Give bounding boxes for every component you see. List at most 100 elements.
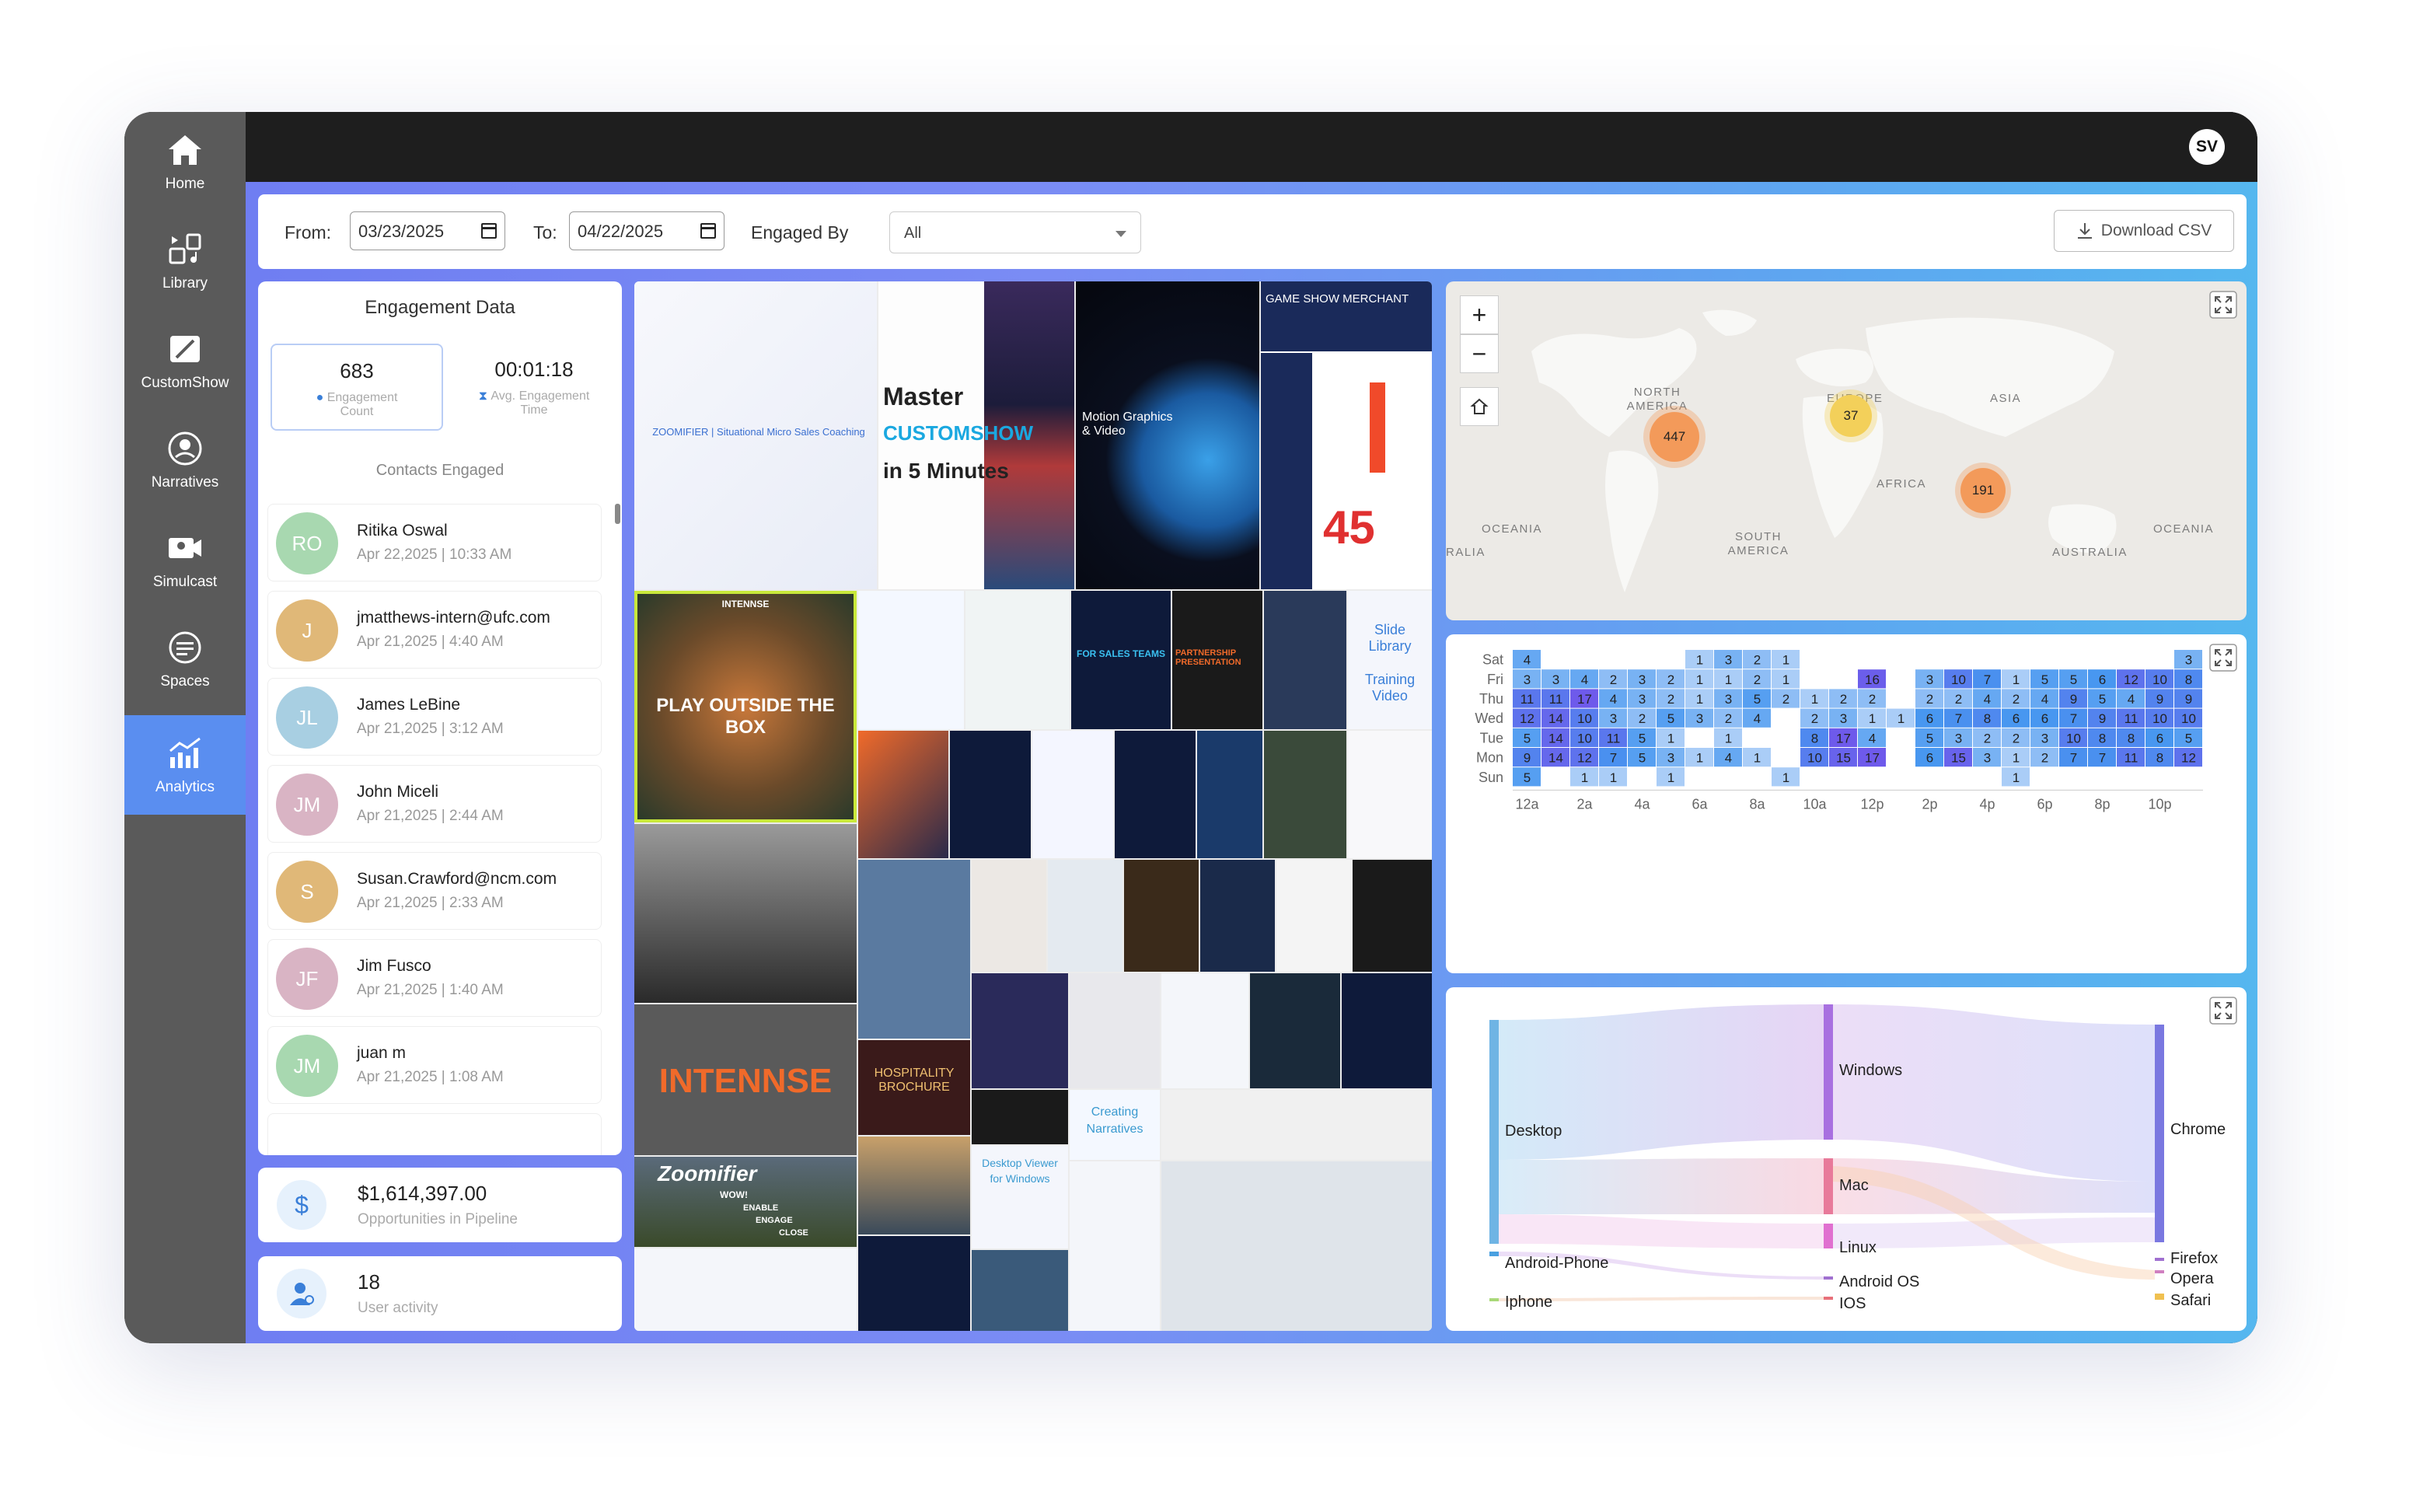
thumbnail-orange-slide[interactable] [858,731,948,858]
sankey-node-windows[interactable] [1824,1004,1833,1140]
thumbnail-dashboard[interactable] [858,1236,970,1331]
expand-icon[interactable] [2209,997,2237,1025]
thumbnail-dark-slide-2[interactable] [950,731,1031,858]
thumbnail-ui-screens[interactable] [1070,1161,1160,1331]
thumbnail-city[interactable] [858,1137,970,1234]
thumbnail-illustration[interactable] [858,591,964,729]
calendar-icon[interactable] [481,223,497,239]
map-cluster[interactable]: 191 [1960,468,2006,513]
thumbnail-zoomifier-coaching[interactable]: ZOOMIFIER | Situational Micro Sales Coac… [634,281,877,589]
to-date-input[interactable]: 04/22/2025 [569,211,724,250]
contact-item[interactable]: JM juan m Apr 21,2025 | 1:08 AM [267,1026,602,1104]
pipeline-card[interactable]: $ $1,614,397.00 Opportunities in Pipelin… [258,1168,622,1242]
thumbnail-master-customshow[interactable]: Master CUSTOMSHOW in 5 Minutes [878,281,1074,589]
sankey-node-mac[interactable] [1824,1158,1833,1214]
contact-item[interactable]: S Susan.Crawford@ncm.com Apr 21,2025 | 2:3… [267,852,602,930]
thumbnail-blue-slide[interactable] [1197,731,1262,858]
thumbnail-dark-slide-4[interactable] [1250,973,1340,1088]
engagement-count-card[interactable]: 683 ● Engagement Count [271,344,443,431]
thumbnail-person[interactable] [1124,860,1199,972]
sankey-node-safari[interactable] [2155,1294,2164,1300]
sidebar-item-narratives[interactable]: Narratives [124,410,246,510]
contact-avatar: RO [276,512,338,574]
sankey-node-iphone[interactable] [1489,1298,1499,1301]
sidebar-item-customshow[interactable]: CustomShow [124,311,246,410]
thumbnail-chair[interactable] [1070,973,1160,1088]
thumbnail-dark-slide-5[interactable] [1342,973,1432,1088]
download-csv-button[interactable]: Download CSV [2054,210,2234,252]
expand-icon[interactable] [2209,644,2237,672]
thumbnail-document-2[interactable] [1161,973,1248,1088]
avg-engagement-time-card[interactable]: 00:01:18 ⧗ Avg. Engagement Time [448,344,620,431]
engagement-map[interactable]: + − NORTH AMERICA EUROPE ASIA AFRICA SOU… [1446,281,2247,620]
thumbnail-zoomifier-wow[interactable]: Zoomifier WOW! ENABLE ENGAGE CLOSE [634,1157,857,1247]
thumbnail-black-slide[interactable] [1353,860,1432,972]
thumbnail-concert[interactable] [972,973,1068,1088]
thumbnail-light-slide[interactable] [1032,731,1113,858]
expand-icon[interactable] [2209,291,2237,319]
sidebar-item-library[interactable]: Library [124,211,246,311]
thumbnail-motion-graphics[interactable]: Motion Graphics & Video [1076,281,1259,589]
thumbnail-small-grid[interactable] [1161,1161,1432,1331]
thumbnail-for-sales-teams[interactable]: FOR SALES TEAMS [1071,591,1171,729]
thumbnail-slide-library[interactable]: Slide Library Training Video [1348,591,1432,729]
thumbnail-hospitality[interactable]: HOSPITALITY BROCHURE [858,1040,970,1135]
sidebar-item-analytics[interactable]: Analytics [124,715,246,815]
thumbnail-blue-doc[interactable] [972,1250,1068,1331]
thumbnail-spreadsheet[interactable] [1276,860,1351,972]
contact-item[interactable]: RO Ritika Oswal Apr 22,2025 | 10:33 AM [267,504,602,581]
user-activity-card[interactable]: 18 User activity [258,1256,622,1331]
sidebar-item-home[interactable]: Home [124,112,246,211]
thumbnail-sports-collage[interactable] [1161,1090,1432,1160]
sankey-node-linux[interactable] [1824,1224,1833,1248]
home-view-button[interactable] [1460,387,1499,426]
sankey-node-opera[interactable] [2155,1270,2164,1273]
contact-item[interactable] [267,1113,602,1155]
from-date-input[interactable]: 03/23/2025 [350,211,505,250]
heatmap-cell-value: 1 [1725,731,1732,746]
contact-item[interactable]: JL James LeBine Apr 21,2025 | 3:12 AM [267,678,602,756]
thumbnail-intennse[interactable]: INTENNSE [634,1004,857,1155]
sidebar-item-simulcast[interactable]: Simulcast [124,510,246,609]
calendar-icon[interactable] [700,223,716,239]
thumbnail-document[interactable] [634,1248,857,1331]
sankey-node-android-phone[interactable] [1489,1252,1499,1256]
thumbnail-game-show-merchant[interactable]: GAME SHOW MERCHANT 45 [1261,281,1432,589]
sankey-node-chrome[interactable] [2155,1025,2164,1242]
thumbnail-stadium[interactable] [858,860,970,1039]
to-date-value: 04/22/2025 [578,222,664,241]
avg-time-label-2: Time [520,403,548,417]
contact-item[interactable]: JF Jim Fusco Apr 21,2025 | 1:40 AM [267,939,602,1017]
engaged-by-select[interactable]: All [889,211,1141,253]
thumbnail-wave-slide[interactable] [1348,731,1432,858]
heatmap-x-tick-label: 2p [1922,796,1937,812]
thumbnail-dark-slide-3[interactable] [1115,731,1196,858]
sankey-node-android-os[interactable] [1824,1276,1833,1280]
thumbnail-partnership[interactable]: PARTNERSHIP PRESENTATION [1172,591,1262,729]
thumbnail-desktop-viewer[interactable]: Desktop Viewer for Windows [972,1146,1068,1248]
thumbnail-tennis-player[interactable] [634,824,857,1003]
thumbnail-play-outside-the-box[interactable]: INTENNSE PLAY OUTSIDE THE BOX [634,591,857,822]
thumbnail-navy-slide[interactable] [1200,860,1275,972]
thumbnail-intennse-doc[interactable] [965,591,1070,729]
thumbnail-creating-narratives[interactable]: Creating Narratives [1070,1090,1160,1160]
user-avatar[interactable]: SV [2189,129,2225,165]
thumbnail-green-slide[interactable] [1264,731,1346,858]
thumbnail-fashion[interactable] [972,860,1046,972]
map-cluster[interactable]: 37 [1830,395,1872,437]
map-cluster[interactable]: 447 [1650,412,1699,462]
sankey-node-firefox[interactable] [2155,1258,2164,1261]
scrollbar[interactable] [615,504,620,524]
sidebar-item-spaces[interactable]: Spaces [124,609,246,709]
zoom-in-button[interactable]: + [1460,295,1499,334]
heatmap-cell-value: 3 [1984,751,1991,766]
sankey-label-linux: Linux [1839,1239,1877,1256]
contact-item[interactable]: JM John Miceli Apr 21,2025 | 2:44 AM [267,765,602,843]
sankey-node-ios[interactable] [1824,1297,1833,1300]
thumbnail-ornament[interactable] [1048,860,1122,972]
sankey-node-desktop[interactable] [1489,1020,1499,1244]
contact-item[interactable]: Jjmatthews-intern@ufc.com Apr 21,2025 | 4… [267,591,602,669]
thumbnail-play-slide[interactable] [972,1090,1068,1144]
thumbnail-dark-slide[interactable] [1264,591,1346,729]
zoom-out-button[interactable]: − [1460,334,1499,373]
